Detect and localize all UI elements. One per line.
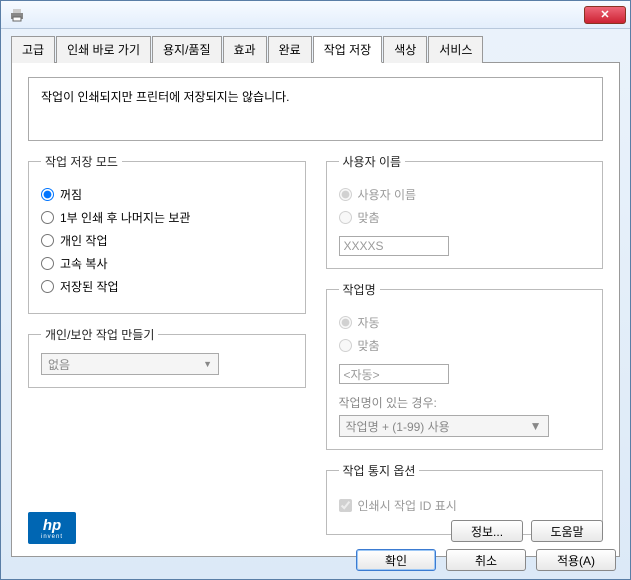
- radio-proof-row[interactable]: 1부 인쇄 후 나머지는 보관: [41, 209, 293, 226]
- radio-jobname-custom-label: 맞춤: [358, 337, 380, 354]
- job-storage-mode-group: 작업 저장 모드 꺼짐 1부 인쇄 후 나머지는 보관 개인 작업: [28, 153, 306, 314]
- radio-jobname-auto-row: 자동: [339, 314, 591, 331]
- print-dialog: ✕ 고급 인쇄 바로 가기 용지/품질 효과 완료 작업 저장 색상 서비스 작…: [0, 0, 631, 580]
- username-group: 사용자 이름 사용자 이름 맞춤: [326, 153, 604, 269]
- radio-off-row[interactable]: 꺼짐: [41, 186, 293, 203]
- secure-job-legend: 개인/보안 작업 만들기: [41, 326, 158, 343]
- radio-personal-row[interactable]: 개인 작업: [41, 232, 293, 249]
- cancel-button[interactable]: 취소: [446, 549, 526, 571]
- radio-jobname-auto-label: 자동: [358, 314, 380, 331]
- jobname-legend: 작업명: [339, 281, 380, 298]
- notify-check-label: 인쇄시 작업 ID 표시: [358, 497, 457, 514]
- right-column: 사용자 이름 사용자 이름 맞춤 작업명: [326, 153, 604, 547]
- radio-username-custom-row: 맞춤: [339, 209, 591, 226]
- tab-services[interactable]: 서비스: [428, 36, 483, 63]
- radio-username: [339, 188, 352, 201]
- radio-username-label: 사용자 이름: [358, 186, 417, 203]
- username-input: [339, 236, 449, 256]
- radio-personal[interactable]: [41, 234, 54, 247]
- radio-quick-row[interactable]: 고속 복사: [41, 255, 293, 272]
- secure-job-value: 없음: [48, 356, 70, 373]
- radio-jobname-custom-row: 맞춤: [339, 337, 591, 354]
- secure-job-group: 개인/보안 작업 만들기 없음 ▼: [28, 326, 306, 388]
- hp-logo: hp invent: [28, 512, 76, 544]
- radio-stored-label: 저장된 작업: [60, 278, 119, 295]
- radio-username-row: 사용자 이름: [339, 186, 591, 203]
- notify-checkbox: [339, 499, 352, 512]
- close-icon: ✕: [600, 8, 609, 21]
- radio-stored[interactable]: [41, 280, 54, 293]
- titlebar: ✕: [1, 1, 630, 29]
- job-storage-mode-legend: 작업 저장 모드: [41, 153, 122, 170]
- panel-buttons: 정보... 도움말: [451, 520, 603, 542]
- tab-strip: 고급 인쇄 바로 가기 용지/품질 효과 완료 작업 저장 색상 서비스: [11, 35, 620, 63]
- tab-effects[interactable]: 효과: [223, 36, 267, 63]
- printer-icon: [9, 7, 25, 23]
- radio-username-custom: [339, 211, 352, 224]
- columns: 작업 저장 모드 꺼짐 1부 인쇄 후 나머지는 보관 개인 작업: [28, 153, 603, 547]
- tab-job-storage[interactable]: 작업 저장: [313, 36, 383, 63]
- radio-off[interactable]: [41, 188, 54, 201]
- radio-username-custom-label: 맞춤: [358, 209, 380, 226]
- tab-shortcuts[interactable]: 인쇄 바로 가기: [56, 36, 151, 63]
- description-box: 작업이 인쇄되지만 프린터에 저장되지는 않습니다.: [28, 77, 603, 141]
- radio-personal-label: 개인 작업: [60, 232, 108, 249]
- radio-off-label: 꺼짐: [60, 186, 82, 203]
- apply-button[interactable]: 적용(A): [536, 549, 616, 571]
- footer-buttons: 확인 취소 적용(A): [356, 549, 616, 571]
- jobname-exists-value: 작업명 + (1-99) 사용: [346, 418, 450, 435]
- tab-color[interactable]: 색상: [383, 36, 427, 63]
- hp-logo-sub: invent: [41, 534, 63, 540]
- radio-jobname-auto: [339, 316, 352, 329]
- tab-advanced[interactable]: 고급: [11, 36, 55, 63]
- radio-stored-row[interactable]: 저장된 작업: [41, 278, 293, 295]
- radio-proof-label: 1부 인쇄 후 나머지는 보관: [60, 209, 190, 226]
- jobname-group: 작업명 자동 맞춤 작업명이 있는 경우: 작업명 + (1-99) 사용: [326, 281, 604, 450]
- hp-logo-text: hp: [43, 517, 61, 534]
- left-column: 작업 저장 모드 꺼짐 1부 인쇄 후 나머지는 보관 개인 작업: [28, 153, 306, 547]
- chevron-down-icon: ▼: [530, 419, 542, 433]
- secure-job-select[interactable]: 없음 ▼: [41, 353, 219, 375]
- tab-paper-quality[interactable]: 용지/품질: [152, 36, 222, 63]
- notify-legend: 작업 통지 옵션: [339, 462, 420, 479]
- description-text: 작업이 인쇄되지만 프린터에 저장되지는 않습니다.: [41, 90, 290, 104]
- notify-check-row: 인쇄시 작업 ID 표시: [339, 497, 591, 514]
- radio-quick-label: 고속 복사: [60, 255, 108, 272]
- username-legend: 사용자 이름: [339, 153, 406, 170]
- tab-panel: 작업이 인쇄되지만 프린터에 저장되지는 않습니다. 작업 저장 모드 꺼짐 1…: [11, 63, 620, 557]
- close-button[interactable]: ✕: [584, 6, 626, 24]
- ok-button[interactable]: 확인: [356, 549, 436, 571]
- content-area: 고급 인쇄 바로 가기 용지/품질 효과 완료 작업 저장 색상 서비스 작업이…: [1, 29, 630, 567]
- radio-jobname-custom: [339, 339, 352, 352]
- help-button[interactable]: 도움말: [531, 520, 603, 542]
- chevron-down-icon: ▼: [203, 359, 212, 369]
- jobname-input: [339, 364, 449, 384]
- jobname-exists-select: 작업명 + (1-99) 사용 ▼: [339, 415, 549, 437]
- info-button[interactable]: 정보...: [451, 520, 523, 542]
- radio-quick[interactable]: [41, 257, 54, 270]
- jobname-exists-label: 작업명이 있는 경우:: [339, 394, 591, 411]
- radio-proof[interactable]: [41, 211, 54, 224]
- tab-finishing[interactable]: 완료: [268, 36, 312, 63]
